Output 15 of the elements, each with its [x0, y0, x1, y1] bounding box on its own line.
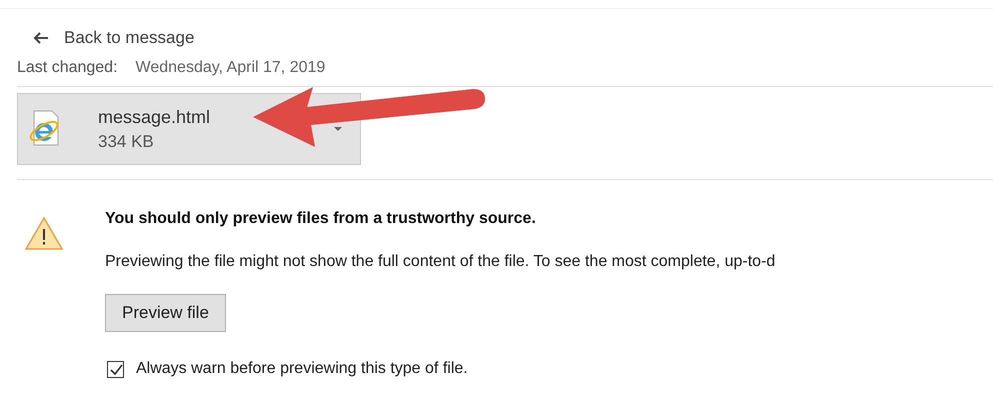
- attachment-card[interactable]: message.html 334 KB: [17, 93, 361, 165]
- attachment-size: 334 KB: [98, 132, 155, 152]
- back-arrow-icon: [33, 31, 50, 45]
- checkbox[interactable]: [107, 360, 124, 378]
- preview-file-button[interactable]: Preview file: [105, 294, 226, 332]
- checkmark-icon: [108, 362, 123, 376]
- warning-message: Previewing the file might not show the full content of the file. To see the most complete, up-to-d: [105, 253, 776, 271]
- attachment-name: message.html: [98, 106, 212, 128]
- warning-title: You should only preview files from a trustworthy source.: [105, 210, 536, 228]
- warning-icon: [25, 216, 63, 251]
- last-changed-date: Wednesday, April 17, 2019: [136, 59, 326, 77]
- caret-icon[interactable]: [334, 127, 342, 131]
- always-warn-label: Always warn before previewing this type of file.: [136, 360, 468, 378]
- last-changed-label: Last changed:: [17, 59, 118, 77]
- back-link[interactable]: Back to message: [33, 28, 194, 48]
